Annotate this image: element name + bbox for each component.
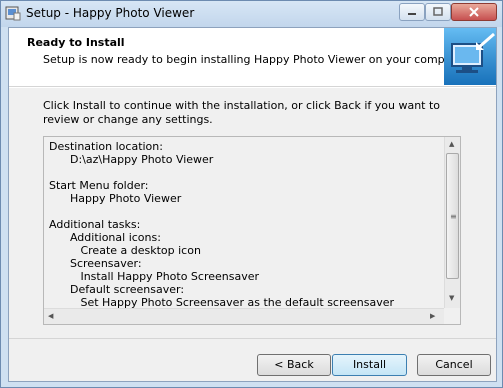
page-title: Ready to Install	[27, 36, 125, 49]
summary-line: Create a desktop icon	[49, 244, 201, 257]
scroll-down-icon[interactable]: ▼	[449, 294, 454, 302]
summary-line: Additional tasks:	[49, 218, 141, 231]
page-subtitle: Setup is now ready to begin installing H…	[43, 53, 470, 66]
window-title: Setup - Happy Photo Viewer	[26, 6, 195, 20]
scroll-right-icon[interactable]: ▶	[430, 312, 435, 320]
summary-line: Happy Photo Viewer	[49, 192, 182, 205]
horizontal-scrollbar[interactable]: ◀ ▶	[44, 308, 444, 324]
setup-app-icon	[5, 6, 21, 21]
grip-icon: ≡	[450, 212, 457, 221]
summary-line	[49, 166, 441, 179]
install-button[interactable]: Install	[332, 354, 407, 376]
summary-line: Additional icons:	[49, 231, 161, 244]
summary-line: Destination location:	[49, 140, 163, 153]
wizard-header: Ready to Install Setup is now ready to b…	[9, 28, 496, 87]
intro-text: Click Install to continue with the insta…	[43, 99, 441, 126]
maximize-button[interactable]	[425, 3, 451, 21]
summary-line: Install Happy Photo Screensaver	[49, 270, 260, 283]
back-button[interactable]: < Back	[257, 354, 331, 376]
setup-window: Setup - Happy Photo Viewer Ready to Inst…	[0, 0, 503, 388]
summary-line: Set Happy Photo Screensaver as the defau…	[49, 296, 395, 308]
close-button[interactable]	[451, 3, 497, 21]
minimize-button[interactable]	[399, 3, 425, 21]
summary-line: Default screensaver:	[49, 283, 185, 296]
cancel-button[interactable]: Cancel	[417, 354, 491, 376]
summary-memo[interactable]: Destination location: D:\az\Happy Photo …	[43, 136, 461, 325]
vertical-scrollbar[interactable]: ▲ ≡ ▼	[444, 137, 460, 308]
close-icon	[469, 7, 479, 17]
maximize-icon	[433, 7, 443, 16]
scroll-left-icon[interactable]: ◀	[48, 312, 53, 320]
summary-line: Screensaver:	[49, 257, 142, 270]
vertical-scroll-thumb[interactable]: ≡	[446, 153, 459, 279]
scroll-corner	[444, 308, 460, 324]
minimize-icon	[408, 13, 416, 15]
summary-line: Start Menu folder:	[49, 179, 149, 192]
title-bar[interactable]: Setup - Happy Photo Viewer	[1, 1, 502, 27]
scroll-up-icon[interactable]: ▲	[449, 140, 454, 148]
footer-divider	[9, 338, 496, 339]
summary-line: D:\az\Happy Photo Viewer	[49, 153, 214, 166]
header-divider	[9, 87, 496, 88]
wizard-body: Ready to Install Setup is now ready to b…	[8, 27, 497, 382]
summary-line	[49, 205, 441, 218]
summary-text: Destination location: D:\az\Happy Photo …	[49, 140, 441, 308]
computer-install-icon	[444, 28, 496, 85]
